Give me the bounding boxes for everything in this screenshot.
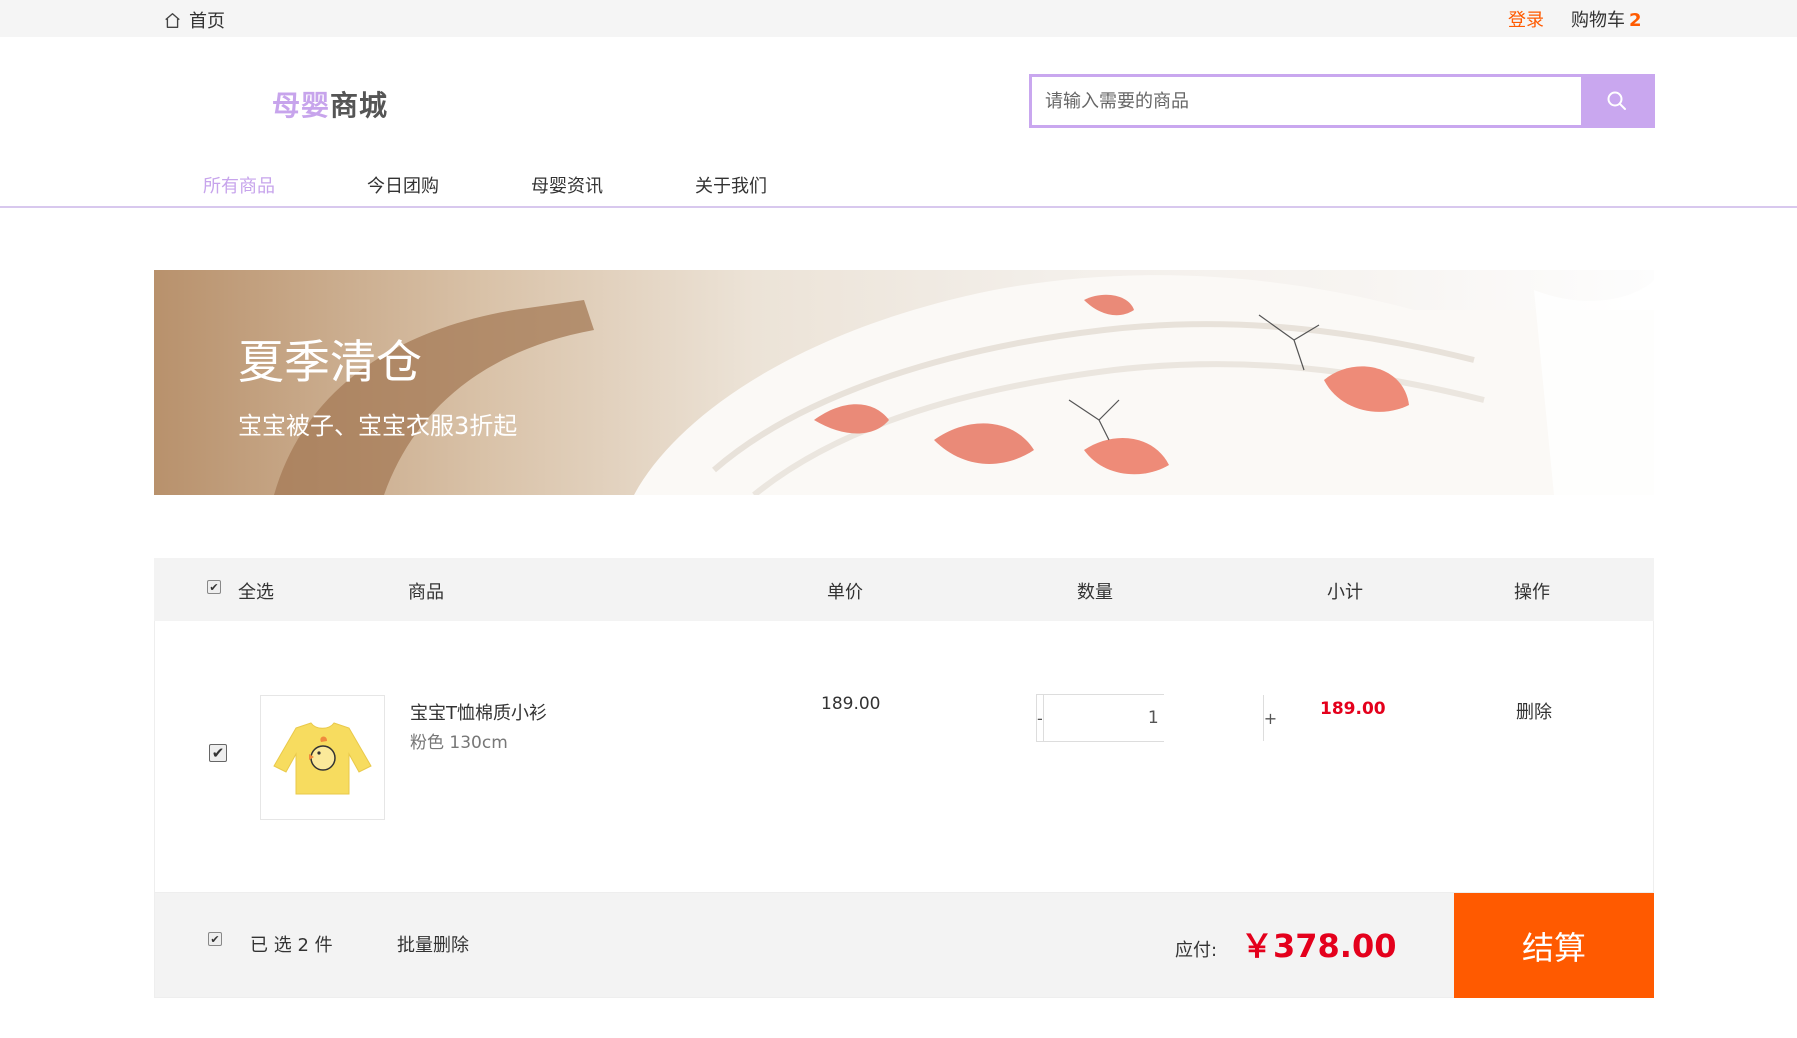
item-checkbox[interactable]: ✔ (209, 744, 227, 762)
search-button[interactable] (1578, 77, 1652, 125)
product-spec: 粉色 130cm (410, 733, 508, 753)
header-unit-price: 单价 (827, 582, 863, 603)
product-name[interactable]: 宝宝T恤棉质小衫 (410, 699, 547, 725)
quantity-input[interactable] (1042, 695, 1264, 741)
home-link[interactable]: 首页 (164, 7, 225, 33)
home-label: 首页 (189, 11, 225, 32)
nav-item-news[interactable]: 母婴资讯 (531, 172, 603, 198)
logo-part-2: 商城 (330, 89, 389, 122)
banner-title: 夏季清仓 (238, 335, 422, 389)
cart-link[interactable]: 购物车 2 (1571, 6, 1642, 32)
header-quantity: 数量 (1077, 582, 1113, 603)
header-select-all: 全选 (238, 582, 274, 603)
pay-total: ￥378.00 (1241, 927, 1397, 965)
banner-subtitle: 宝宝被子、宝宝衣服3折起 (238, 412, 518, 440)
search-bar (1029, 74, 1655, 128)
table-row: ✔ 宝宝T恤棉质小衫 粉色 130cm 189.00 - + 189.00 删除 (154, 621, 1654, 893)
selected-count: 已 选 2 件 (250, 935, 333, 956)
product-thumbnail[interactable] (260, 695, 385, 820)
cart-footer: ✔ 已 选 2 件 批量删除 应付: ￥378.00 结算 (154, 893, 1654, 998)
cart-count-badge: 2 (1629, 10, 1642, 31)
search-icon (1607, 91, 1626, 110)
nav-item-all-products[interactable]: 所有商品 (203, 172, 275, 198)
promo-banner[interactable]: 夏季清仓 宝宝被子、宝宝衣服3折起 (154, 270, 1654, 495)
top-bar: 首页 登录 购物车 2 (0, 0, 1797, 37)
nav-item-about[interactable]: 关于我们 (695, 172, 767, 198)
home-icon (165, 12, 180, 28)
delete-item-button[interactable]: 删除 (1516, 698, 1552, 724)
checkout-button[interactable]: 结算 (1454, 893, 1654, 998)
unit-price: 189.00 (821, 694, 881, 714)
header-subtotal: 小计 (1327, 582, 1363, 603)
product-image (273, 722, 372, 795)
item-subtotal: 189.00 (1320, 699, 1386, 719)
quantity-increase-button[interactable]: + (1264, 695, 1277, 741)
main-nav: 所有商品 今日团购 母婴资讯 关于我们 (0, 160, 1797, 208)
pay-label: 应付: (1175, 940, 1218, 961)
search-input[interactable] (1032, 77, 1578, 125)
login-link[interactable]: 登录 (1508, 6, 1544, 32)
cart-label: 购物车 (1571, 10, 1625, 31)
select-all-checkbox[interactable]: ✔ (207, 580, 221, 594)
cart-table-header: ✔ 全选 商品 单价 数量 小计 操作 (154, 558, 1654, 621)
batch-delete-button[interactable]: 批量删除 (397, 931, 469, 957)
footer-select-all-checkbox[interactable]: ✔ (208, 932, 222, 946)
site-logo[interactable]: 母婴商城 (272, 84, 388, 124)
quantity-stepper: - + (1036, 694, 1277, 742)
header-action: 操作 (1514, 582, 1550, 603)
nav-item-group-buy[interactable]: 今日团购 (367, 172, 439, 198)
header-product: 商品 (408, 582, 444, 603)
logo-part-1: 母婴 (272, 89, 331, 122)
